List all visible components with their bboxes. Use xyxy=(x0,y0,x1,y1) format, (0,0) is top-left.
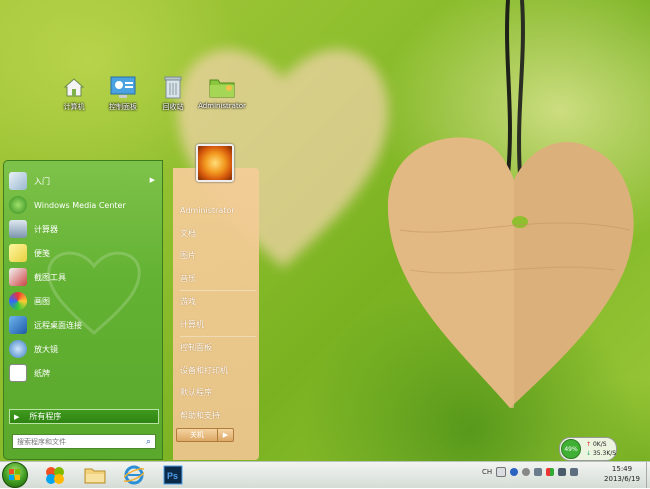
paint-icon xyxy=(9,292,27,310)
upload-speed-value: 0K/S xyxy=(592,441,607,448)
download-speed: ↓ 35.3K/S xyxy=(586,450,616,457)
desktop-icon-computer[interactable]: 计算机 xyxy=(49,74,99,112)
shutdown-options-button[interactable]: ▶ xyxy=(218,428,234,442)
start-menu: 入门 ▶ Windows Media Center 计算器 便笺 截图工具 画图… xyxy=(3,144,259,460)
computer-icon xyxy=(61,74,87,100)
submenu-arrow-icon: ▶ xyxy=(149,176,155,184)
internet-explorer-icon xyxy=(124,465,144,485)
svg-text:Ps: Ps xyxy=(167,471,178,481)
flag-icon[interactable] xyxy=(546,468,555,476)
magnifier-icon xyxy=(9,340,27,358)
desktop-icon-recycle-bin[interactable]: 回收站 xyxy=(148,74,198,112)
desktop-icon-administrator[interactable]: Administrator xyxy=(197,74,247,110)
user-avatar[interactable] xyxy=(196,144,234,182)
calculator-icon xyxy=(9,220,27,238)
program-label: 远程桌面连接 xyxy=(34,320,82,330)
control-panel-icon xyxy=(110,74,136,100)
program-label: 计算器 xyxy=(34,224,58,234)
network-icon[interactable] xyxy=(558,468,567,476)
program-label: 入门 xyxy=(34,176,50,186)
photoshop-icon: Ps xyxy=(163,465,183,485)
sticky-notes-icon xyxy=(9,244,27,262)
windows-media-player-icon xyxy=(46,467,64,484)
place-control-panel[interactable]: 控制面板 xyxy=(180,336,256,360)
place-help-support[interactable]: 帮助和支持 xyxy=(180,405,256,428)
taskbar-pin-photoshop[interactable]: Ps xyxy=(156,463,190,487)
program-getting-started[interactable]: 入门 ▶ xyxy=(9,169,159,193)
place-documents[interactable]: 文档 xyxy=(180,223,256,246)
taskbar: Ps CH 15:49 2013/6/19 xyxy=(0,461,650,488)
show-desktop-button[interactable] xyxy=(646,462,650,488)
volume-icon[interactable] xyxy=(570,468,579,476)
place-default-programs[interactable]: 默认程序 xyxy=(180,382,256,405)
wallpaper-wooden-heart xyxy=(387,0,634,408)
desktop-icon-label: 控制面板 xyxy=(109,103,137,111)
solitaire-icon xyxy=(9,364,27,382)
download-speed-value: 35.3K/S xyxy=(592,450,617,457)
place-music[interactable]: 音乐 xyxy=(180,268,256,291)
program-label: 纸牌 xyxy=(34,368,50,378)
place-computer[interactable]: 计算机 xyxy=(180,314,256,337)
program-calculator[interactable]: 计算器 xyxy=(9,217,159,241)
start-button[interactable] xyxy=(2,462,28,488)
recycle-bin-icon xyxy=(160,74,186,100)
start-menu-programs-pane: 入门 ▶ Windows Media Center 计算器 便笺 截图工具 画图… xyxy=(3,160,163,460)
cpu-percent-badge: 49% xyxy=(561,439,581,459)
desktop-icon-label: 回收站 xyxy=(162,103,184,111)
file-explorer-icon xyxy=(84,468,106,484)
program-label: 画图 xyxy=(34,296,50,306)
settings-icon[interactable] xyxy=(522,468,531,476)
all-programs-arrow-icon: ▶ xyxy=(14,412,20,421)
program-snipping-tool[interactable]: 截图工具 xyxy=(9,265,159,289)
program-list: 入门 ▶ Windows Media Center 计算器 便笺 截图工具 画图… xyxy=(9,169,159,385)
program-sticky-notes[interactable]: 便笺 xyxy=(9,241,159,265)
clock-date: 2013/6/19 xyxy=(604,475,640,483)
places-list: Administrator 文档 图片 音乐 游戏 计算机 控制面板 设备和打印… xyxy=(180,200,256,427)
program-label: 截图工具 xyxy=(34,272,66,282)
upload-speed: ↑ 0K/S xyxy=(586,441,607,448)
desktop-icon-label: 计算机 xyxy=(63,103,85,111)
taskbar-pin-internet-explorer[interactable] xyxy=(117,463,151,487)
keyboard-icon[interactable] xyxy=(496,467,507,477)
place-devices-printers[interactable]: 设备和打印机 xyxy=(180,360,256,383)
language-indicator[interactable]: CH xyxy=(482,468,492,476)
network-speed-widget[interactable]: 49% ↑ 0K/S ↓ 35.3K/S xyxy=(559,437,617,461)
program-label: 便笺 xyxy=(34,248,50,258)
program-solitaire[interactable]: 纸牌 xyxy=(9,361,159,385)
program-remote-desktop[interactable]: 远程桌面连接 xyxy=(9,313,159,337)
search-input[interactable] xyxy=(17,437,127,446)
place-pictures[interactable]: 图片 xyxy=(180,245,256,268)
taskbar-pin-explorer[interactable] xyxy=(78,463,112,487)
desktop-icon-label: Administrator xyxy=(198,102,246,110)
program-label: Windows Media Center xyxy=(34,200,126,210)
download-arrow-icon: ↓ xyxy=(586,450,592,457)
tray-arrow-icon[interactable] xyxy=(534,468,543,476)
chevron-right-icon: ▶ xyxy=(222,431,229,439)
program-paint[interactable]: 画图 xyxy=(9,289,159,313)
snipping-tool-icon xyxy=(9,268,27,286)
program-magnifier[interactable]: 放大镜 xyxy=(9,337,159,361)
shutdown-button[interactable]: 关机 xyxy=(176,428,218,442)
place-games[interactable]: 游戏 xyxy=(180,290,256,314)
clock[interactable]: 15:49 2013/6/19 xyxy=(598,464,646,484)
all-programs-button[interactable]: ▶ 所有程序 xyxy=(9,409,159,424)
place-user[interactable]: Administrator xyxy=(180,200,256,223)
getting-started-icon xyxy=(9,172,27,190)
upload-arrow-icon: ↑ xyxy=(586,441,592,448)
media-center-icon xyxy=(9,196,27,214)
system-tray: CH xyxy=(482,467,579,477)
taskbar-pin-media-player[interactable] xyxy=(38,463,72,487)
start-search-box[interactable]: ⌕ xyxy=(12,434,156,449)
user-folder-icon xyxy=(209,74,235,100)
help-icon[interactable] xyxy=(510,468,519,476)
clock-time: 15:49 xyxy=(611,465,633,473)
remote-desktop-icon xyxy=(9,316,27,334)
program-windows-media-center[interactable]: Windows Media Center xyxy=(9,193,159,217)
search-icon[interactable]: ⌕ xyxy=(146,437,151,447)
all-programs-label: 所有程序 xyxy=(29,412,62,421)
desktop-icon-control-panel[interactable]: 控制面板 xyxy=(98,74,148,112)
windows-logo-icon xyxy=(9,469,20,480)
program-label: 放大镜 xyxy=(34,344,58,354)
